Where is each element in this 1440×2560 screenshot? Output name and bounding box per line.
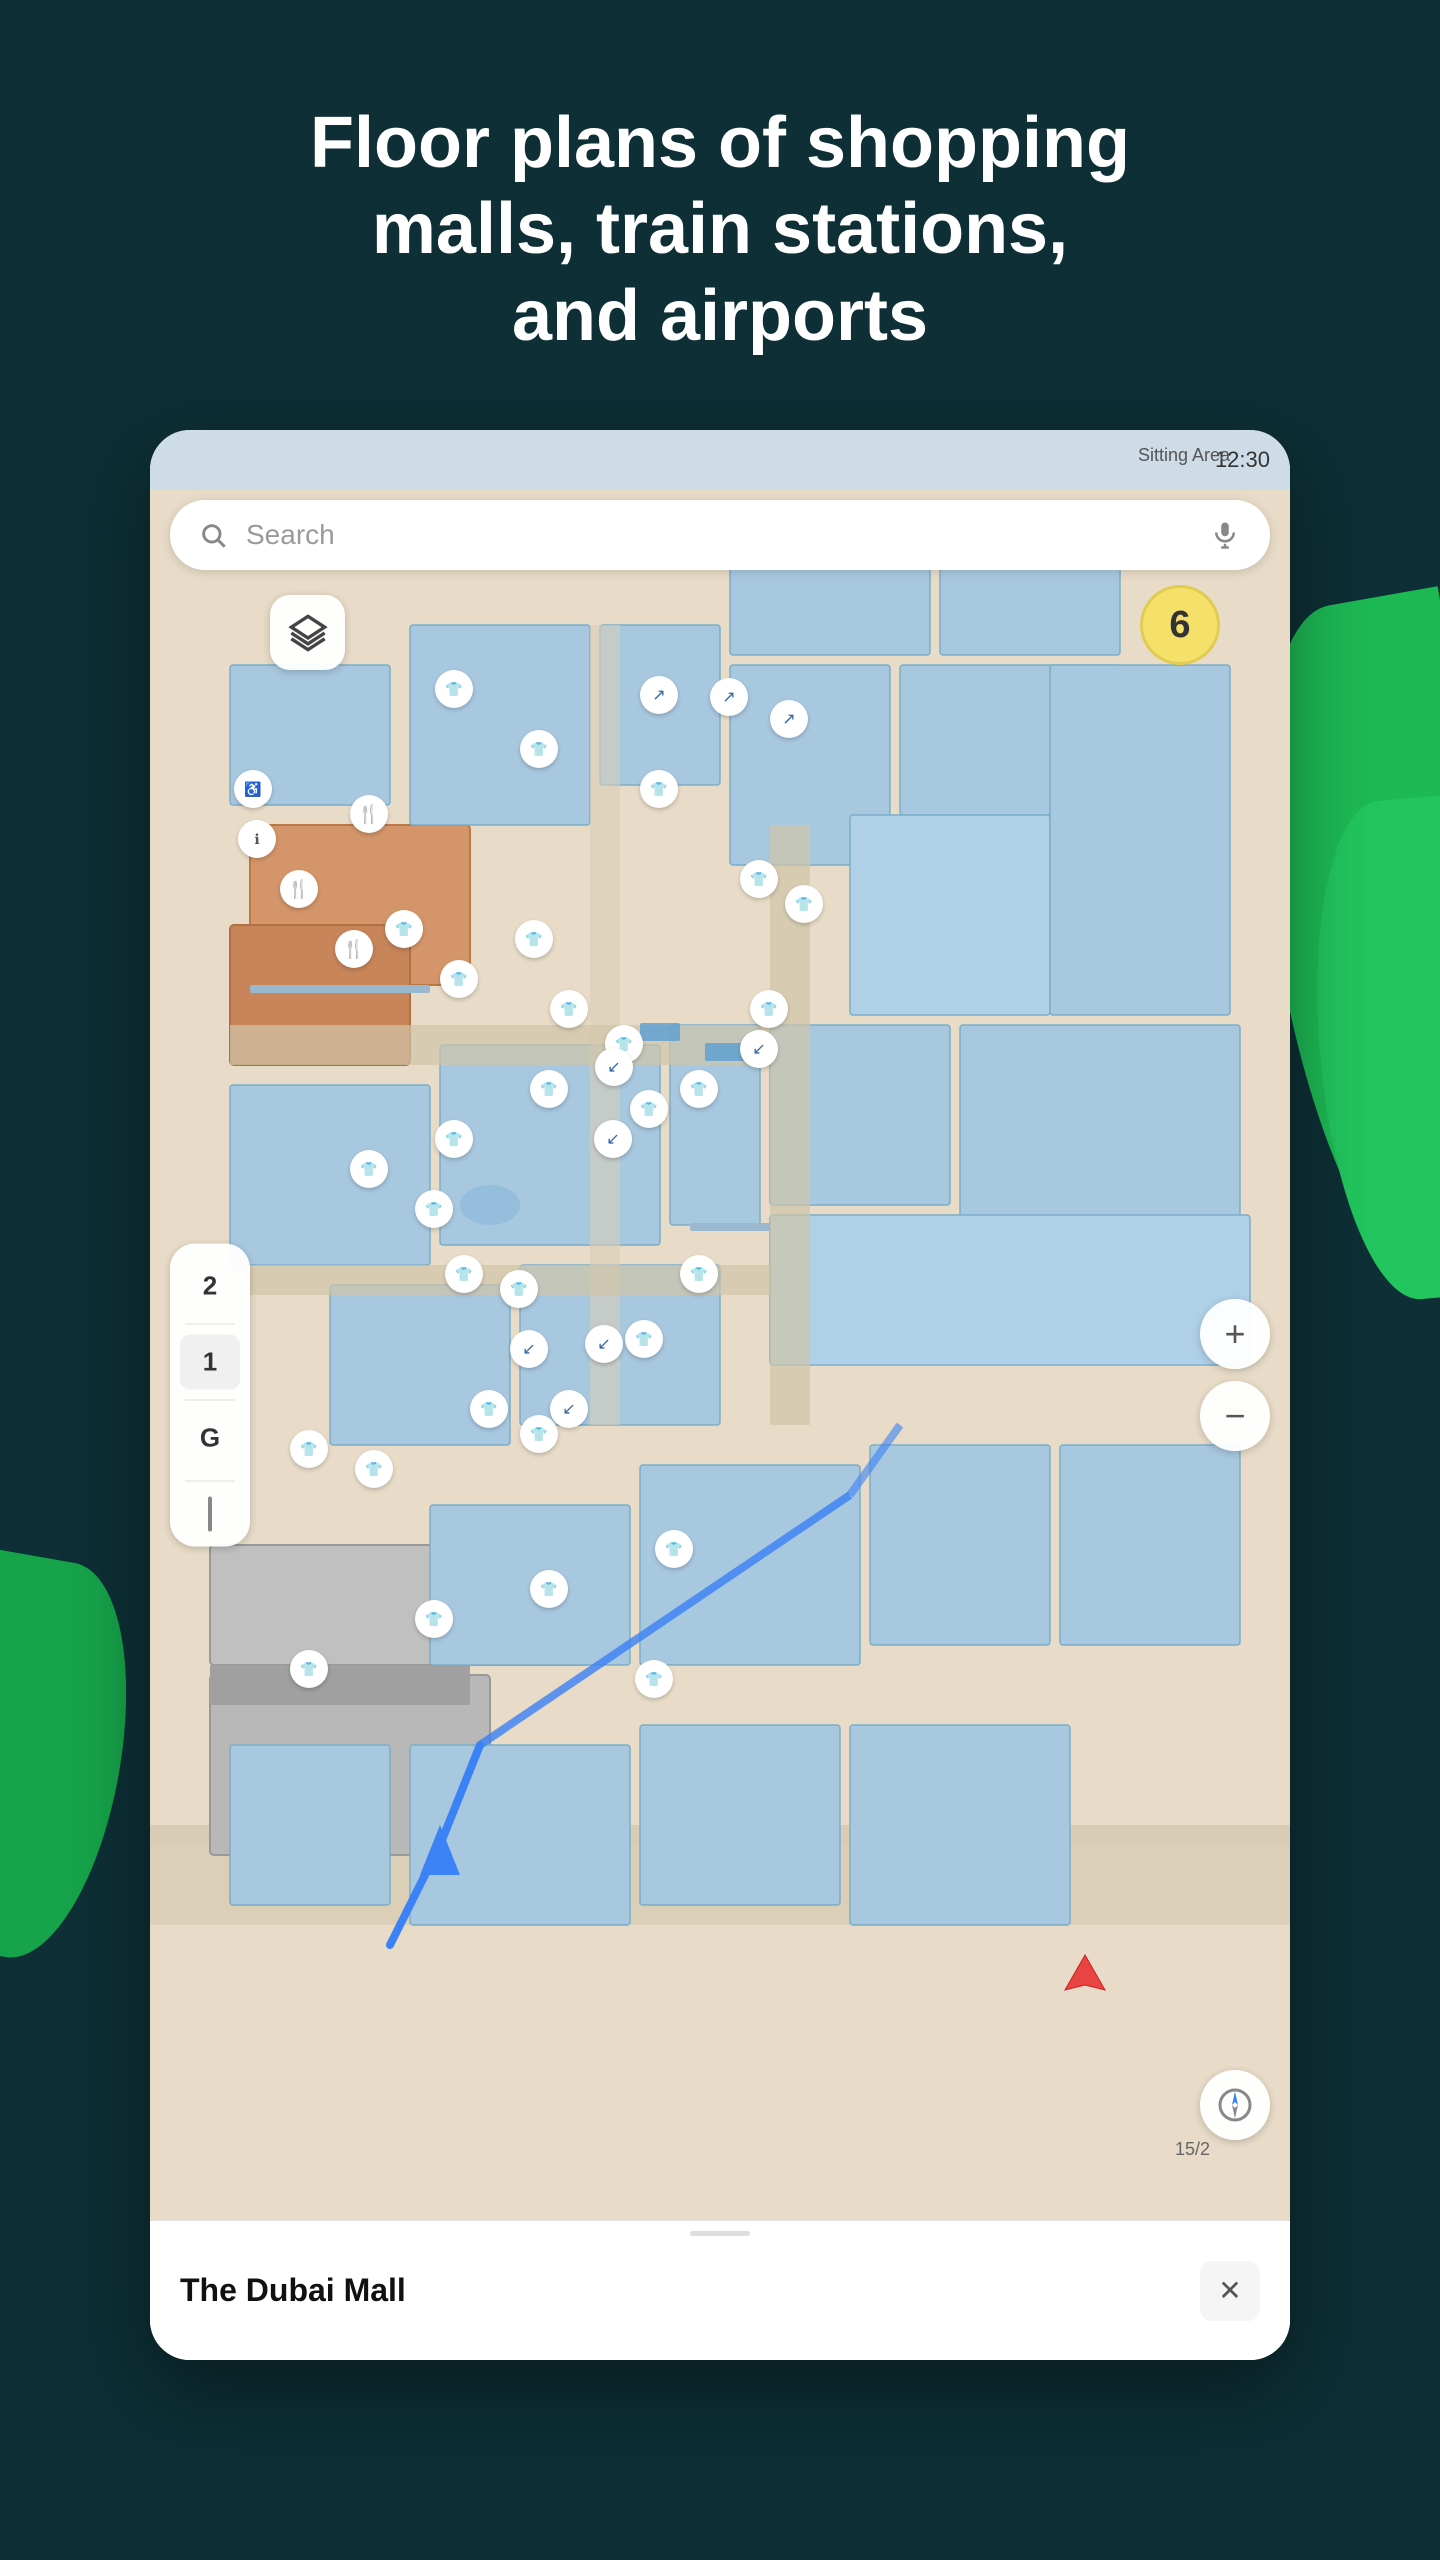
food-pin-3[interactable]: 🍴 (335, 930, 373, 968)
escalator-down-6[interactable]: ↙ (585, 1325, 623, 1363)
escalator-up-1[interactable]: ↗ (640, 676, 678, 714)
floor-selector[interactable]: 2 1 G (170, 1244, 250, 1547)
escalator-down-4[interactable]: ↙ (510, 1330, 548, 1368)
shop-pin-9[interactable]: 👕 (530, 1070, 568, 1108)
shop-pin-25[interactable]: 👕 (355, 1450, 393, 1488)
search-bar[interactable]: Search (170, 500, 1270, 570)
shop-pin-20[interactable]: 👕 (680, 1255, 718, 1293)
shop-pin-21[interactable]: 👕 (625, 1320, 663, 1358)
bottom-handle (690, 2231, 750, 2236)
escalator-down-2[interactable]: ↙ (595, 1048, 633, 1086)
shop-pin-17[interactable]: 👕 (415, 1190, 453, 1228)
floor-2[interactable]: 2 (180, 1259, 240, 1314)
shop-pin-7[interactable]: 👕 (550, 990, 588, 1028)
status-bar: Sitting Area 12:30 (150, 430, 1290, 490)
header-title: Floor plans of shopping malls, train sta… (0, 100, 1440, 359)
floor-badge: 6 (1140, 585, 1220, 665)
shop-pin-13[interactable]: 👕 (785, 885, 823, 923)
shop-pin-11[interactable]: 👕 (680, 1070, 718, 1108)
compass-button[interactable] (1200, 2070, 1270, 2140)
place-name: The Dubai Mall (180, 2272, 1200, 2309)
shop-pin-12[interactable]: 👕 (740, 860, 778, 898)
shop-pin-15[interactable]: 👕 (435, 1120, 473, 1158)
escalator-down-1[interactable]: ↙ (740, 1030, 778, 1068)
floor-bottom-divider (185, 1481, 235, 1482)
shop-pin-19[interactable]: 👕 (500, 1270, 538, 1308)
shop-pin-29[interactable]: 👕 (290, 1650, 328, 1688)
sitting-area-label: Sitting Area (1138, 445, 1230, 466)
road-label: 15/2 (1175, 2139, 1210, 2160)
floor-1[interactable]: 1 (180, 1335, 240, 1390)
shop-pin-27[interactable]: 👕 (530, 1570, 568, 1608)
shop-pin-10[interactable]: 👕 (630, 1090, 668, 1128)
zoom-controls: + − (1200, 1299, 1270, 1451)
floor-g[interactable]: G (180, 1411, 240, 1466)
shop-pin-30[interactable]: 👕 (635, 1660, 673, 1698)
shop-pin-6[interactable]: 👕 (515, 920, 553, 958)
shop-pin-18[interactable]: 👕 (445, 1255, 483, 1293)
shop-pin-22[interactable]: 👕 (470, 1390, 508, 1428)
bg-decoration-left (0, 1549, 154, 1971)
shop-pin-28[interactable]: 👕 (415, 1600, 453, 1638)
layers-icon (288, 613, 328, 653)
bottom-bar: The Dubai Mall ✕ (150, 2220, 1290, 2360)
shop-pin-2[interactable]: 👕 (520, 730, 558, 768)
shop-pin-24[interactable]: 👕 (290, 1430, 328, 1468)
shop-pin-16[interactable]: 👕 (350, 1150, 388, 1188)
floor-divider-2 (185, 1400, 235, 1401)
food-pin-2[interactable]: 🍴 (280, 870, 318, 908)
info-pin-1[interactable]: ℹ (238, 820, 276, 858)
compass-icon (1217, 2087, 1253, 2123)
floor-divider-1 (185, 1324, 235, 1325)
escalator-down-3[interactable]: ↙ (594, 1120, 632, 1158)
map-svg (150, 430, 1290, 2360)
shop-pin-14[interactable]: 👕 (750, 990, 788, 1028)
shop-pin-23[interactable]: 👕 (520, 1415, 558, 1453)
close-button[interactable]: ✕ (1200, 2261, 1260, 2321)
floor-indicator (208, 1497, 212, 1532)
search-icon (195, 517, 231, 553)
mic-icon[interactable] (1205, 515, 1245, 555)
shop-pin-3[interactable]: 👕 (640, 770, 678, 808)
escalator-up-2[interactable]: ↗ (710, 678, 748, 716)
search-input[interactable]: Search (246, 519, 1205, 551)
shop-pin-26[interactable]: 👕 (655, 1530, 693, 1568)
zoom-in-button[interactable]: + (1200, 1299, 1270, 1369)
location-marker (1060, 1950, 1110, 2005)
shop-pin-1[interactable]: 👕 (435, 670, 473, 708)
escalator-up-3[interactable]: ↗ (770, 700, 808, 738)
phone-mockup: Sitting Area 12:30 Search (150, 430, 1290, 2360)
shop-pin-4[interactable]: 👕 (385, 910, 423, 948)
food-pin-1[interactable]: 🍴 (350, 795, 388, 833)
shop-pin-5[interactable]: 👕 (440, 960, 478, 998)
access-pin-1[interactable]: ♿ (234, 770, 272, 808)
zoom-out-button[interactable]: − (1200, 1381, 1270, 1451)
escalator-down-5[interactable]: ↙ (550, 1390, 588, 1428)
map-area[interactable]: Sitting Area 12:30 Search (150, 430, 1290, 2360)
layer-button[interactable] (270, 595, 345, 670)
